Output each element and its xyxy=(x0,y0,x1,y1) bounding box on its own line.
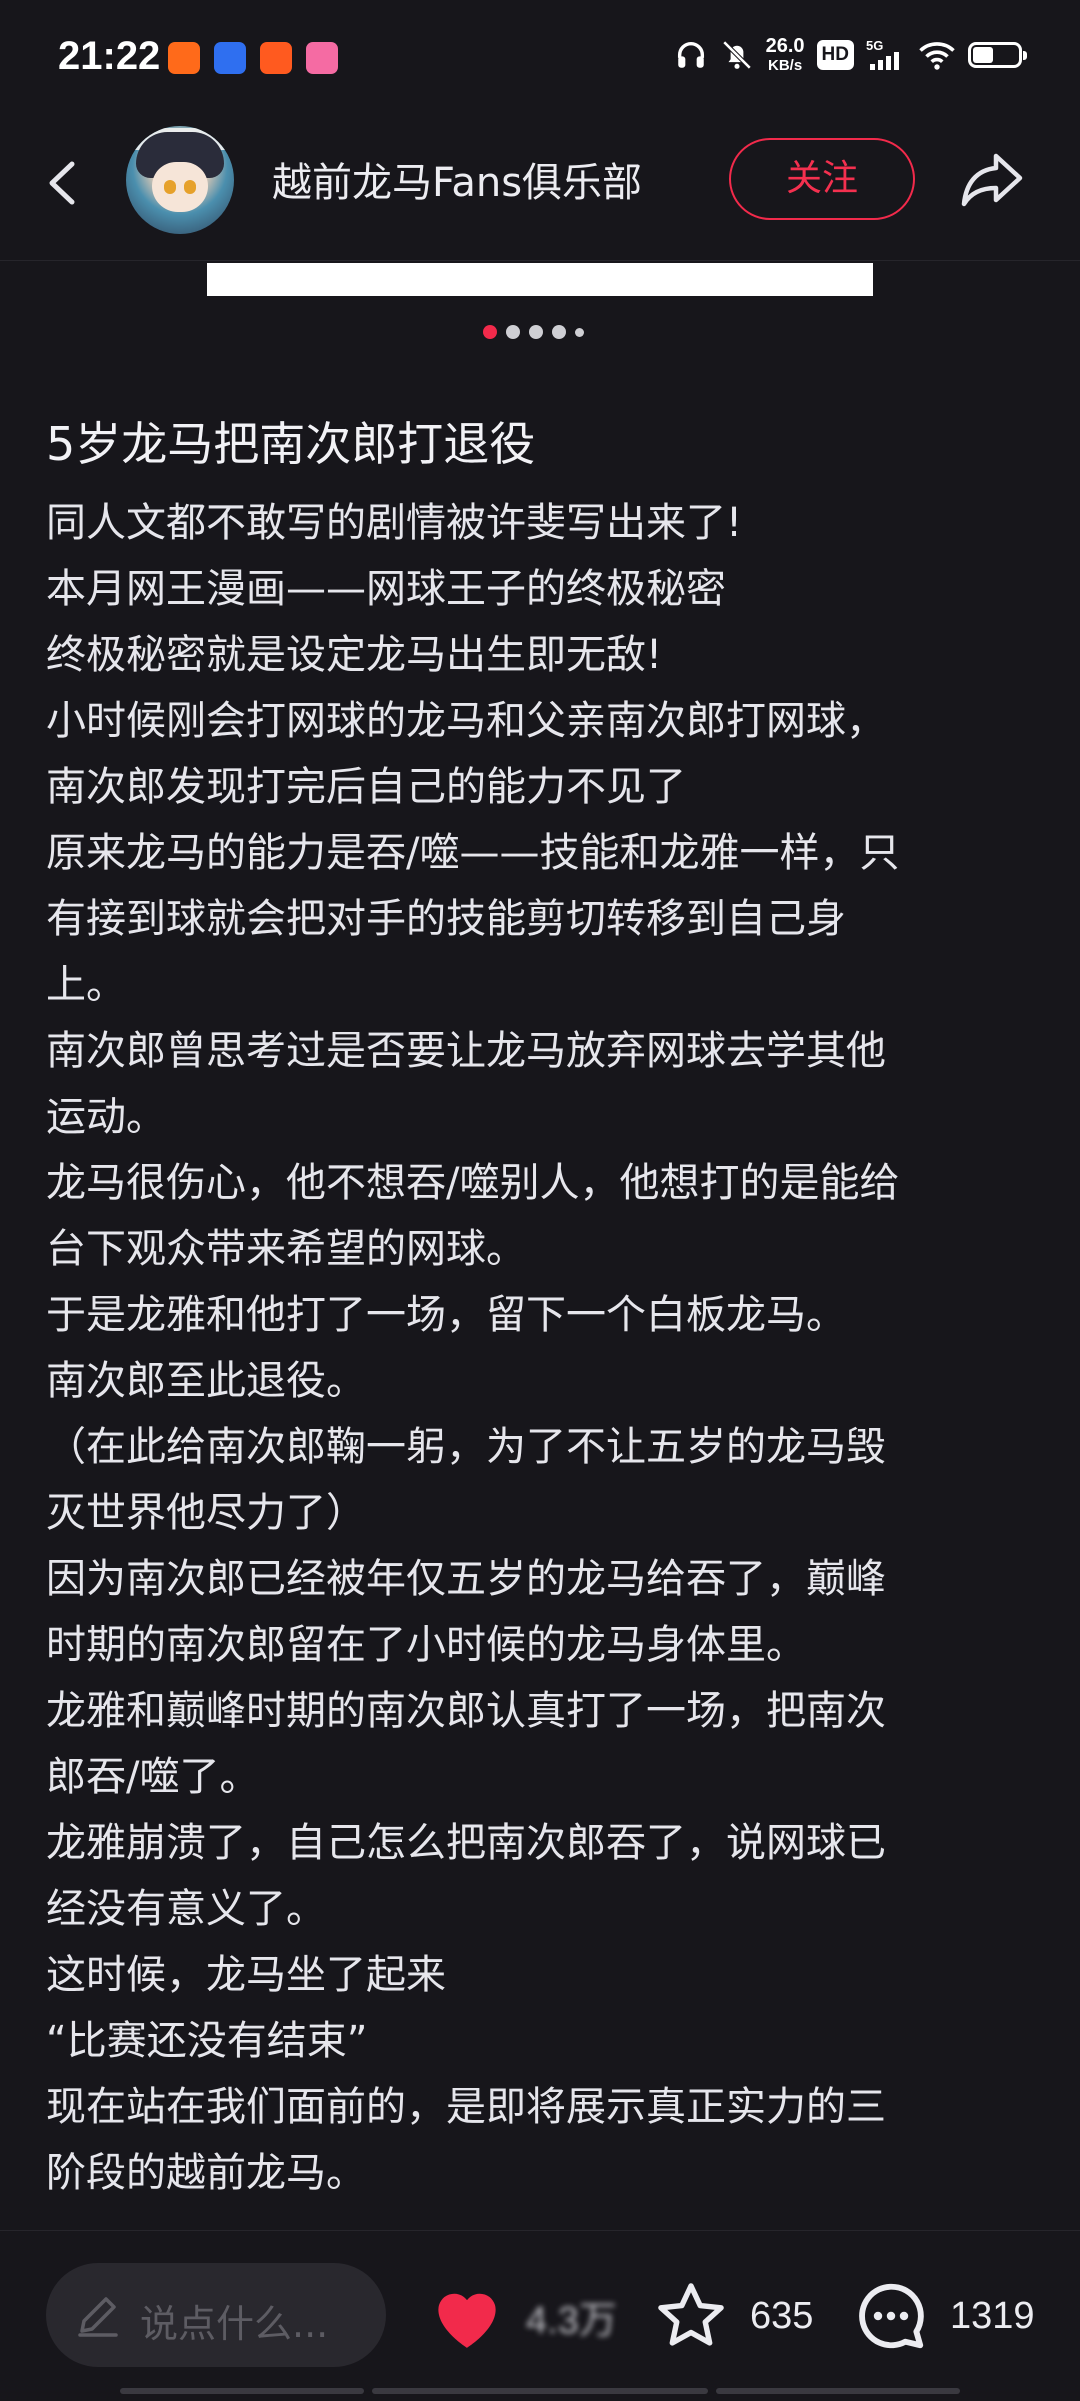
post-body-line: 南次郎曾思考过是否要让龙马放弃网球去学其他 xyxy=(46,1028,886,1074)
taobao-app-icon xyxy=(168,42,200,74)
network-speed-unit: KB/s xyxy=(767,57,803,74)
comment-input[interactable]: 说点什么... xyxy=(46,2263,386,2367)
gesture-bar-center xyxy=(372,2388,708,2394)
signal-5g-icon: 5G xyxy=(866,38,899,70)
wifi-icon xyxy=(919,41,955,70)
author-avatar[interactable] xyxy=(126,126,234,234)
battery-icon xyxy=(968,41,1027,68)
post-title: 5岁龙马把南次郎打退役 xyxy=(46,417,536,471)
post-body-line: 这时候，龙马坐了起来 xyxy=(46,1952,446,1998)
author-name[interactable]: 越前龙马Fans俱乐部 xyxy=(272,150,642,208)
comment-button[interactable]: 1319 xyxy=(852,2271,1035,2361)
post-body-line: 因为南次郎已经被年仅五岁的龙马给吞了，巅峰 xyxy=(46,1556,886,1602)
baidu-netdisk-app-icon xyxy=(214,42,246,74)
post-body-line: 同人文都不敢写的剧情被许斐写出来了! xyxy=(46,500,743,546)
like-button[interactable]: 4.3万 xyxy=(428,2271,617,2361)
post-body-line: 台下观众带来希望的网球。 xyxy=(46,1226,526,1272)
bilibili-app-icon xyxy=(306,42,338,74)
comment-placeholder: 说点什么... xyxy=(140,2302,329,2346)
follow-button[interactable]: 关注 xyxy=(729,138,915,220)
post-body-line: 原来龙马的能力是吞/噬——技能和龙雅一样，只 xyxy=(46,830,900,876)
status-app-icons xyxy=(168,42,338,74)
carousel-indicator xyxy=(483,325,584,339)
battery-level xyxy=(973,46,993,63)
post-image[interactable] xyxy=(207,263,873,296)
post-body-line: （在此给南次郎鞠一躬，为了不让五岁的龙马毁 xyxy=(46,1424,886,1470)
post-body-line: 于是龙雅和他打了一场，留下一个白板龙马。 xyxy=(46,1292,846,1338)
bottom-action-bar: 说点什么... 4.3万 635 1319 xyxy=(0,2230,1080,2401)
network-speed-value: 26.0 xyxy=(765,35,805,57)
carousel-dot xyxy=(552,325,566,339)
post-body-line: 运动。 xyxy=(46,1094,166,1140)
status-time: 21:22 xyxy=(58,34,161,78)
post-body-line: 有接到球就会把对手的技能剪切转移到自己身 xyxy=(46,896,846,942)
favorite-button[interactable]: 635 xyxy=(652,2271,813,2361)
post-body-line: 小时候刚会打网球的龙马和父亲南次郎打网球， xyxy=(46,698,886,744)
post-body-line: 阶段的越前龙马。 xyxy=(46,2150,366,2196)
post-body-line: 终极秘密就是设定龙马出生即无敌! xyxy=(46,632,663,678)
gesture-bar-right xyxy=(716,2388,960,2394)
star-icon xyxy=(658,2283,724,2346)
post-body-line: 灭世界他尽力了） xyxy=(46,1490,366,1536)
post-header: 越前龙马Fans俱乐部 关注 xyxy=(0,120,1080,261)
comment-bubble-icon xyxy=(859,2283,924,2349)
post-body-line: 现在站在我们面前的，是即将展示真正实力的三 xyxy=(46,2084,886,2130)
post-body-line: 时期的南次郎留在了小时候的龙马身体里。 xyxy=(46,1622,806,1668)
post-body-line: 龙雅和巅峰时期的南次郎认真打了一场，把南次 xyxy=(46,1688,886,1734)
back-arrow-icon[interactable] xyxy=(38,150,88,216)
status-indicators: 26.0 KB/s HD 5G xyxy=(674,36,1027,73)
post-body-line: 龙雅崩溃了，自己怎么把南次郎吞了，说网球已 xyxy=(46,1820,886,1866)
headphones-icon xyxy=(677,41,704,68)
post-body-line: 本月网王漫画——网球王子的终极秘密 xyxy=(46,566,726,612)
heart-icon xyxy=(438,2293,496,2348)
hd-badge: HD xyxy=(816,39,854,70)
network-speed: 26.0 KB/s xyxy=(766,36,805,73)
post-body-line: 郎吞/噬了。 xyxy=(46,1754,260,1800)
share-icon[interactable] xyxy=(956,146,1028,212)
like-count: 4.3万 xyxy=(526,2299,617,2342)
gesture-bar-left xyxy=(120,2388,364,2394)
favorite-count: 635 xyxy=(750,2294,814,2337)
signal-label: 5G xyxy=(866,38,883,53)
post-body-line: “比赛还没有结束” xyxy=(46,2018,368,2064)
post-body-line: 南次郎至此退役。 xyxy=(46,1358,366,1404)
carousel-dot xyxy=(483,325,497,339)
post-body-line: 龙马很伤心，他不想吞/噬别人，他想打的是能给 xyxy=(46,1160,900,1206)
pen-icon xyxy=(78,2297,118,2337)
carousel-dot xyxy=(529,325,543,339)
carousel-dot xyxy=(506,325,520,339)
post-body: 同人文都不敢写的剧情被许斐写出来了! 本月网王漫画——网球王子的终极秘密 终极秘密就… xyxy=(46,490,1041,2206)
post-body-line: 南次郎发现打完后自己的能力不见了 xyxy=(46,764,686,810)
comment-count: 1319 xyxy=(950,2294,1035,2337)
carousel-dot xyxy=(575,327,584,337)
status-bar: 21:22 26.0 KB/s HD 5G xyxy=(0,0,1080,120)
kuaishou-app-icon xyxy=(260,42,292,74)
post-body-line: 经没有意义了。 xyxy=(46,1886,326,1932)
bell-muted-icon xyxy=(722,40,751,69)
post-body-line: 上。 xyxy=(46,962,126,1008)
